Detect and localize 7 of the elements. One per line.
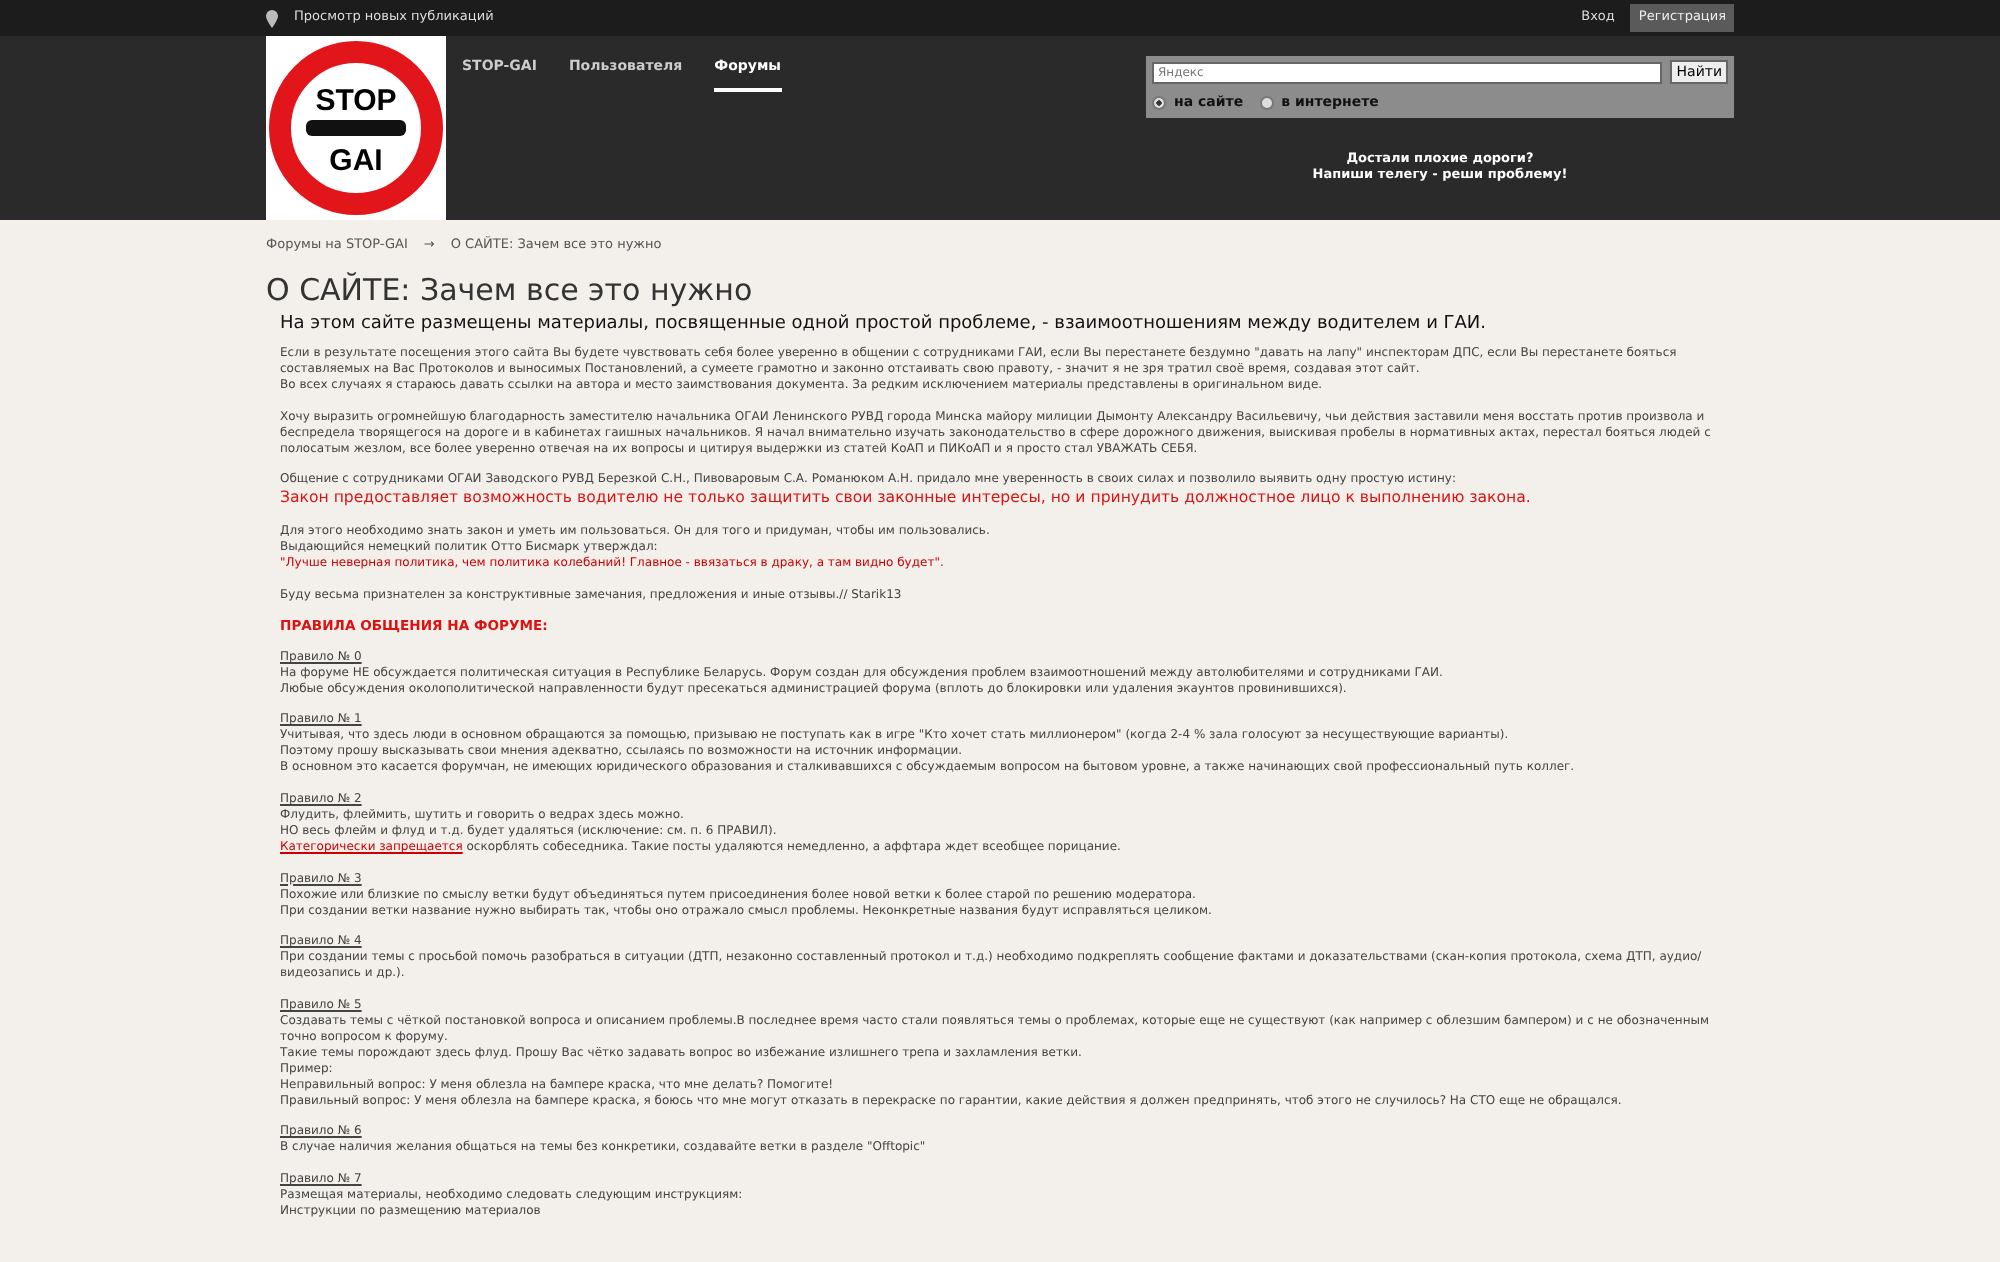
radio-button[interactable] (1259, 95, 1274, 110)
radio-button[interactable] (1152, 95, 1166, 110)
logo-text: STOP (315, 84, 397, 118)
logo-text: GAI (329, 144, 383, 178)
location-pin-icon (266, 9, 278, 27)
lead-text: На этом сайте размещены материалы, посвященные одной простой проблеме, - взаимоотношениям между водителем и ГАИ. (280, 311, 1489, 338)
page-title: О САЙТЕ: Зачем все это нужно (266, 271, 755, 308)
